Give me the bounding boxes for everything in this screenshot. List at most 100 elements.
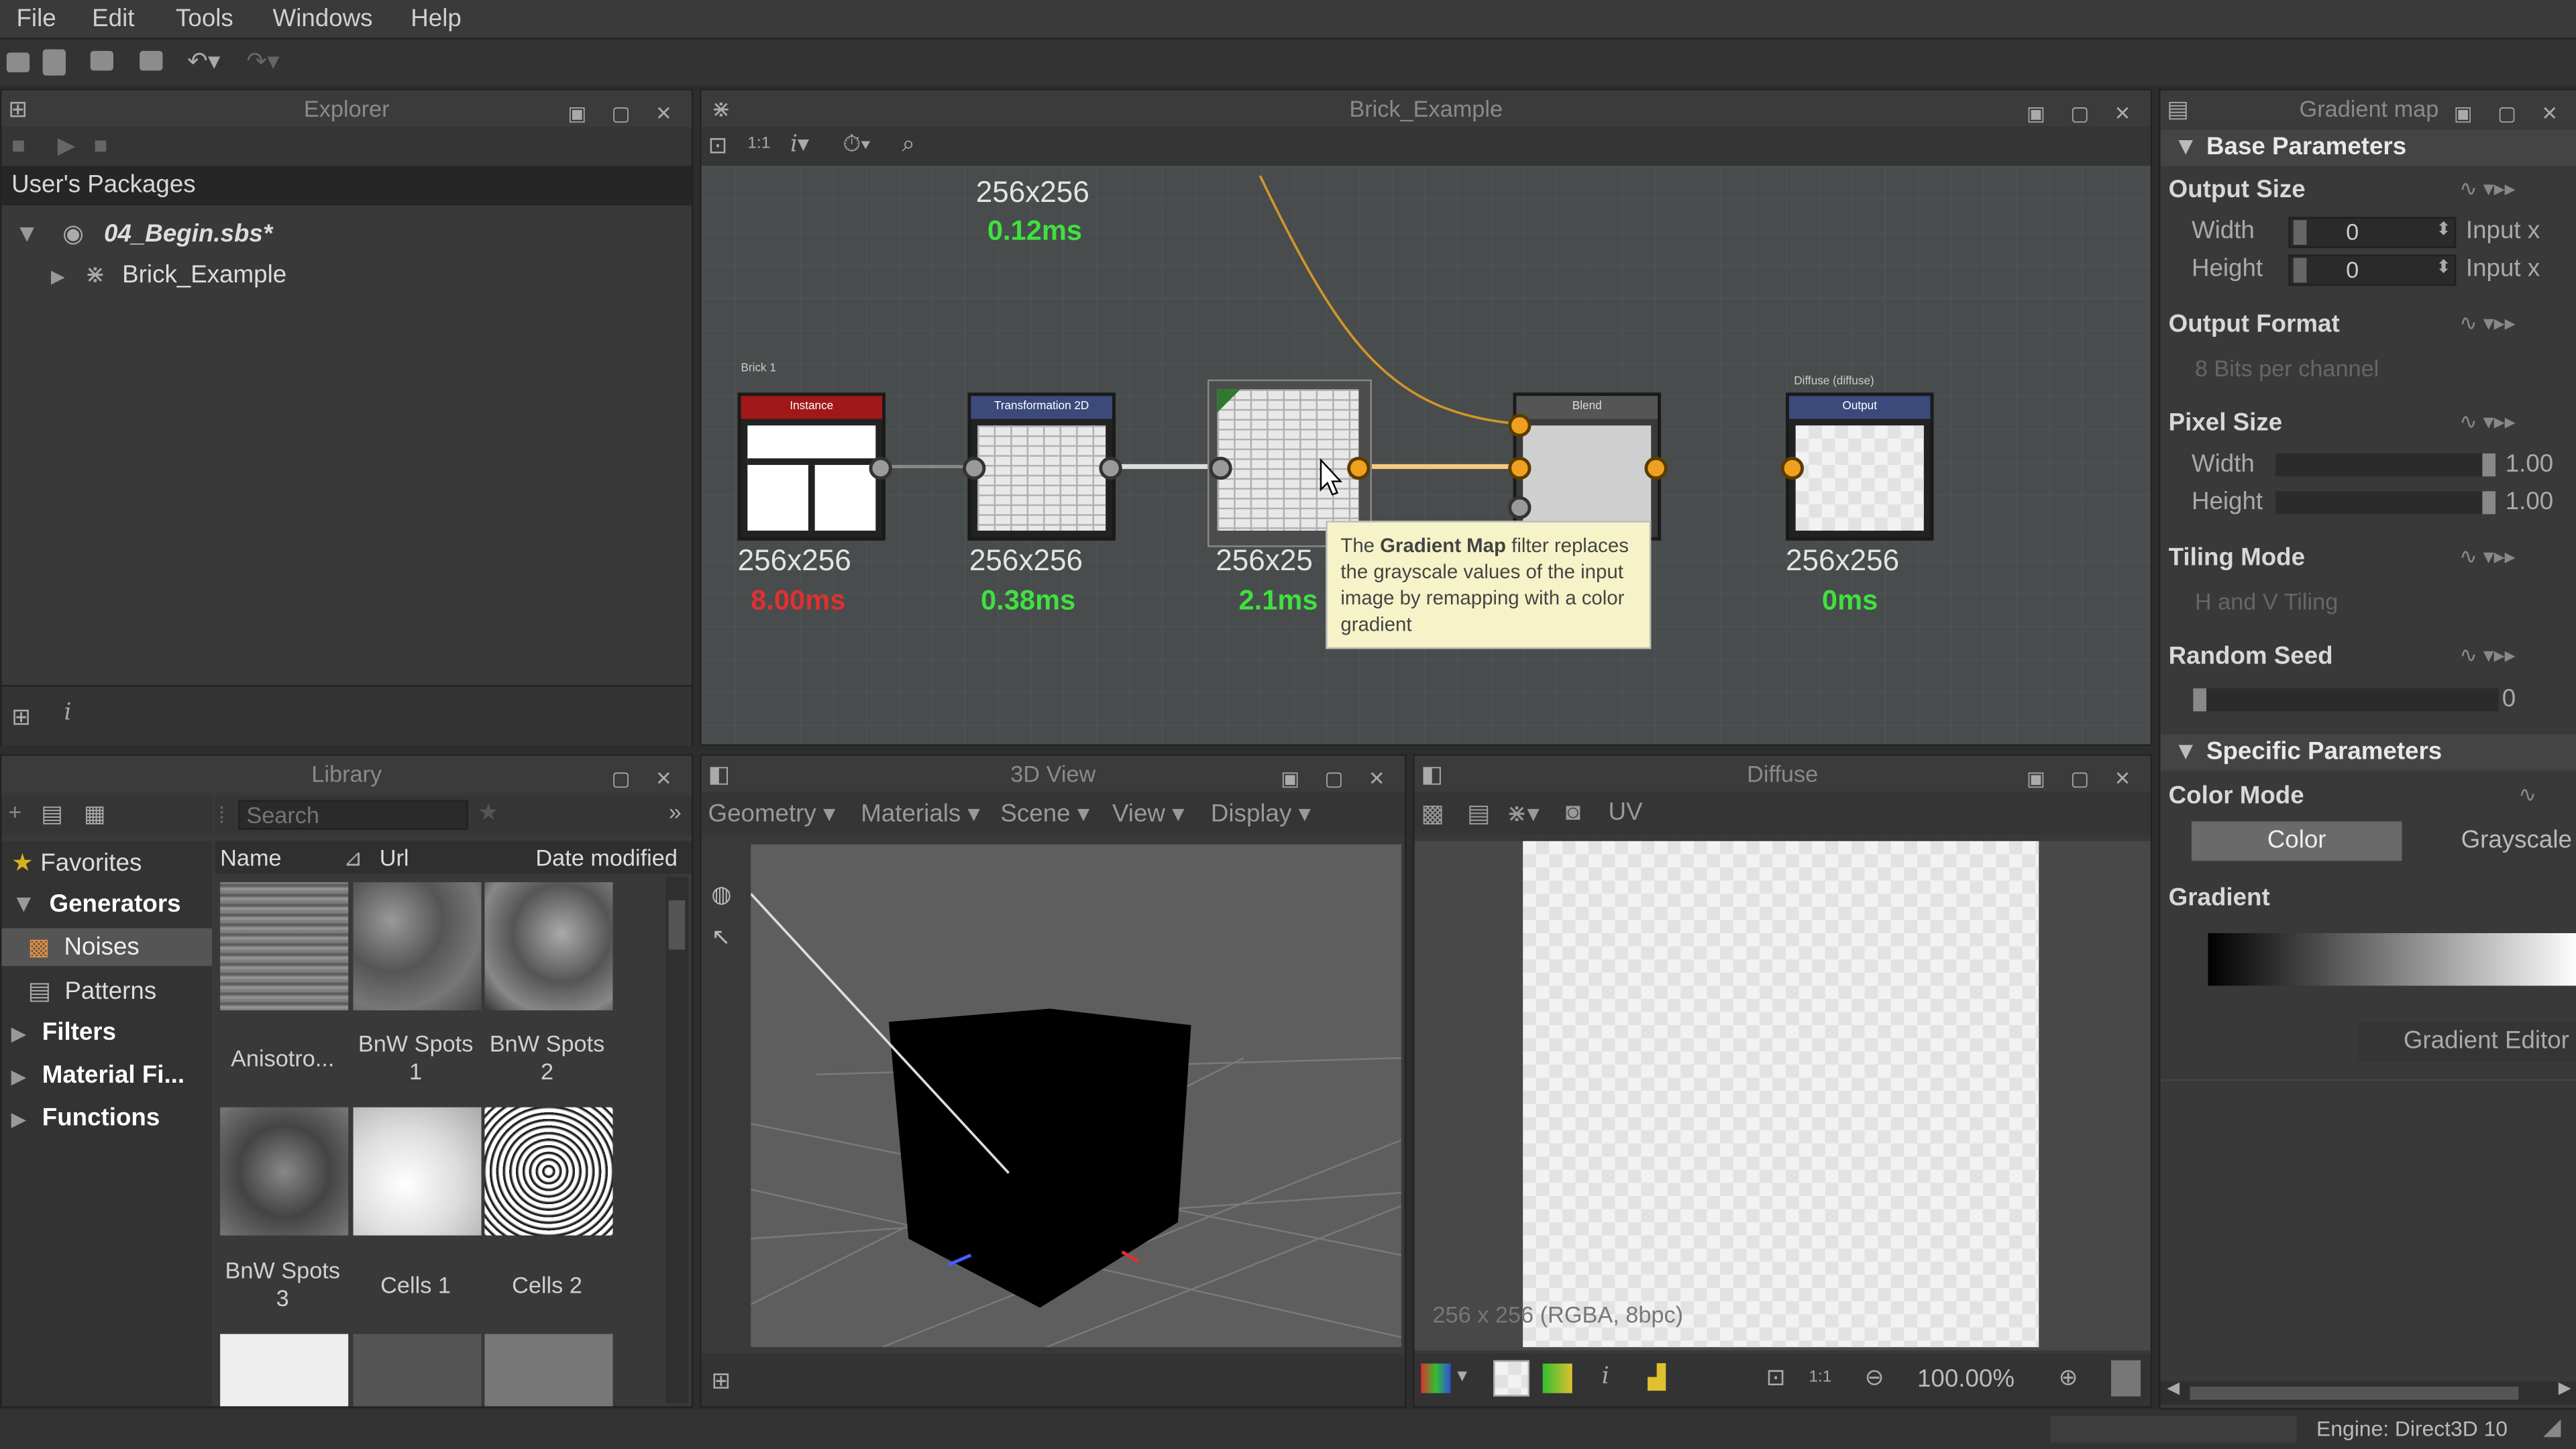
stop-icon[interactable]: ■ <box>11 131 25 158</box>
thumbnail[interactable] <box>484 1334 613 1407</box>
random-seed-slider[interactable] <box>2193 688 2499 712</box>
undo-icon[interactable]: ↶▾ <box>187 46 220 76</box>
height-mode[interactable]: Input x <box>2466 255 2540 283</box>
spin-icon[interactable]: ⬍ <box>2436 256 2451 277</box>
tree-view-icon[interactable]: ⊞ <box>11 703 31 731</box>
category-favorites[interactable]: ★ Favorites <box>11 848 142 877</box>
output-port[interactable] <box>869 456 892 480</box>
specific-parameters-header[interactable]: ▼ Specific Parameters <box>2160 734 2576 771</box>
graph-link-icon[interactable]: ⋇▾ <box>1507 798 1540 828</box>
info-icon[interactable]: i <box>64 700 72 726</box>
search-input[interactable] <box>238 800 468 830</box>
base-parameters-header[interactable]: ▼ Base Parameters <box>2160 129 2576 166</box>
input-port[interactable] <box>963 456 986 480</box>
thumbnail-cells-2[interactable] <box>484 1107 613 1236</box>
color-mode-color-button[interactable]: Color <box>2191 821 2402 861</box>
scroll-left-icon[interactable]: ◀ <box>2167 1380 2180 1398</box>
export-icon[interactable]: ▤ <box>1467 798 1491 828</box>
info-icon[interactable]: i <box>1602 1364 1609 1390</box>
node-output[interactable]: Output <box>1786 392 1934 541</box>
zoom-out-icon[interactable]: ⊖ <box>1865 1364 1884 1392</box>
properties-scrollbar[interactable]: ◀ ▶ <box>2160 1380 2576 1405</box>
thumbnail-anisotropic[interactable] <box>220 882 349 1011</box>
panel-controls-icon[interactable]: ▢ ✕ <box>612 761 682 797</box>
view3d-viewport[interactable] <box>751 844 1401 1348</box>
slider-handle[interactable] <box>2482 491 2496 515</box>
pixel-width-value[interactable]: 1.00 <box>2506 450 2554 478</box>
search-icon[interactable]: ⌕ <box>902 129 914 158</box>
output-port[interactable] <box>1099 456 1122 480</box>
color-channels-icon[interactable] <box>1421 1363 1451 1393</box>
function-toggles-icon[interactable]: ∿ ▾▸▸ <box>2459 311 2515 337</box>
scrollbar-thumb[interactable] <box>668 900 686 950</box>
pixel-height-value[interactable]: 1.00 <box>2506 488 2554 516</box>
info-icon[interactable]: i▾ <box>790 131 809 158</box>
category-generators[interactable]: ▼ Generators <box>11 890 180 918</box>
menu-file[interactable]: File <box>16 5 56 33</box>
save-icon[interactable] <box>140 50 163 71</box>
menu-edit[interactable]: Edit <box>92 5 134 33</box>
new-package-icon[interactable] <box>6 52 30 72</box>
column-date-modified[interactable]: Date modified <box>535 845 678 871</box>
output-port[interactable] <box>1347 456 1371 480</box>
category-filters[interactable]: ▶ Filters <box>11 1018 116 1046</box>
spin-icon[interactable]: ⬍ <box>2436 219 2451 239</box>
thumbnail[interactable] <box>353 1334 482 1407</box>
menu-tools[interactable]: Tools <box>176 5 233 33</box>
uv-toggle[interactable]: UV <box>1609 798 1643 826</box>
library-scrollbar[interactable] <box>665 877 689 1403</box>
width-mode[interactable]: Input x <box>2466 217 2540 245</box>
normal-toggle-icon[interactable] <box>1542 1363 1572 1393</box>
graph-row[interactable]: ▶ ⋇ Brick_Example <box>51 260 286 289</box>
resize-grip-icon[interactable]: ◢ <box>2543 1413 2561 1441</box>
menu-help[interactable]: Help <box>411 5 462 33</box>
fit-icon[interactable]: ⊡ <box>1766 1364 1786 1392</box>
zoom-in-icon[interactable]: ⊕ <box>2059 1364 2078 1392</box>
tree-view-icon[interactable]: ⊞ <box>711 1367 731 1395</box>
function-toggles-icon[interactable]: ∿ ▾▸▸ <box>2459 176 2515 202</box>
menu-materials[interactable]: Materials ▾ <box>861 798 980 828</box>
pointer-icon[interactable]: ↖ <box>711 923 731 951</box>
column-url[interactable]: Url <box>380 845 409 871</box>
dropdown-arrow-icon[interactable]: ▾ <box>1457 1364 1467 1387</box>
lock-icon[interactable] <box>2110 1360 2141 1397</box>
open-icon[interactable] <box>90 50 113 71</box>
category-material-filters[interactable]: ▶ Material Fi... <box>11 1061 184 1089</box>
edit-icon[interactable]: ▦ <box>84 800 105 828</box>
function-icon[interactable]: ∿ <box>2518 782 2536 808</box>
thumbnail-bnw-spots-1[interactable] <box>353 882 482 1011</box>
gradient-preview[interactable] <box>2208 933 2576 986</box>
menu-windows[interactable]: Windows <box>273 5 373 33</box>
collapse-arrow-icon[interactable]: ▶ <box>51 268 65 287</box>
menu-view[interactable]: View ▾ <box>1112 798 1185 828</box>
random-seed-value[interactable]: 0 <box>2502 685 2516 713</box>
scroll-right-icon[interactable]: ▶ <box>2559 1380 2571 1398</box>
fit-icon[interactable]: ⊡ <box>708 131 728 160</box>
scrollbar-thumb[interactable] <box>2190 1386 2519 1400</box>
function-toggles-icon[interactable]: ∿ ▾▸▸ <box>2459 409 2515 435</box>
histogram-icon[interactable]: ▟ <box>1648 1364 1665 1392</box>
play-icon[interactable]: ▶ <box>58 131 75 160</box>
pixel-width-slider[interactable] <box>2275 453 2496 477</box>
function-toggles-icon[interactable]: ∿ ▾▸▸ <box>2459 544 2515 570</box>
one-to-one-icon[interactable]: 1:1 <box>1809 1368 1831 1387</box>
menu-scene[interactable]: Scene ▾ <box>1000 798 1089 828</box>
alpha-toggle-icon[interactable] <box>1493 1360 1530 1397</box>
width-field[interactable]: 0 ⬍ <box>2288 217 2457 248</box>
thumbnail-bnw-spots-3[interactable] <box>220 1107 349 1236</box>
output-format-value[interactable]: 8 Bits per channel <box>2195 355 2379 381</box>
new-substance-icon[interactable] <box>42 49 66 76</box>
thumbnail-cells-1[interactable] <box>353 1107 482 1236</box>
node-transformation-2d[interactable]: Transformation 2D <box>967 392 1116 541</box>
color-mode-grayscale-button[interactable]: Grayscale <box>2405 821 2576 861</box>
pixel-height-slider[interactable] <box>2275 491 2496 515</box>
channels-icon[interactable]: ▩ <box>1421 798 1444 828</box>
tiling-mode-value[interactable]: H and V Tiling <box>2195 588 2338 614</box>
sort-icon[interactable]: ⊿ <box>343 845 363 873</box>
light-icon[interactable]: ◍ <box>711 881 731 909</box>
more-icon[interactable]: » <box>669 798 682 824</box>
node-blend[interactable]: Blend <box>1513 392 1661 541</box>
timer-icon[interactable]: ⏱▾ <box>843 129 870 158</box>
node-instance[interactable]: Instance <box>737 392 886 541</box>
input-port[interactable] <box>1508 496 1532 519</box>
